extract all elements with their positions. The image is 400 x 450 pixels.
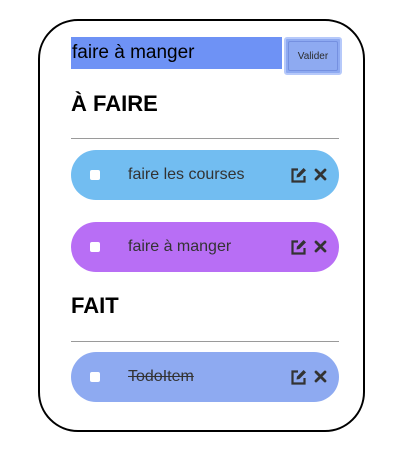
edit-icon[interactable] <box>290 368 308 386</box>
done-item-checkbox[interactable] <box>90 372 100 382</box>
todo-section-title: À FAIRE <box>71 91 158 116</box>
todo-item-checkbox[interactable] <box>90 242 100 252</box>
todo-item: faire les courses <box>71 150 339 200</box>
todo-item-label: faire à manger <box>128 238 232 255</box>
done-item-label: TodoItem <box>128 368 194 385</box>
edit-icon[interactable] <box>290 238 308 256</box>
done-item: TodoItem <box>71 352 339 402</box>
todo-divider <box>71 138 339 139</box>
edit-icon[interactable] <box>290 166 308 184</box>
close-icon[interactable] <box>314 166 327 184</box>
validate-button[interactable]: Valider <box>284 37 342 75</box>
close-icon[interactable] <box>314 368 327 386</box>
todo-item: faire à manger <box>71 222 339 272</box>
todo-item-checkbox[interactable] <box>90 170 100 180</box>
todo-item-label: faire les courses <box>128 166 245 183</box>
new-task-input[interactable] <box>71 37 282 69</box>
done-divider <box>71 341 339 342</box>
todo-card: Valider À FAIRE faire les courses faire … <box>38 19 365 432</box>
close-icon[interactable] <box>314 238 327 256</box>
validate-button-label: Valider <box>288 41 338 71</box>
done-section-title: FAIT <box>71 293 119 318</box>
